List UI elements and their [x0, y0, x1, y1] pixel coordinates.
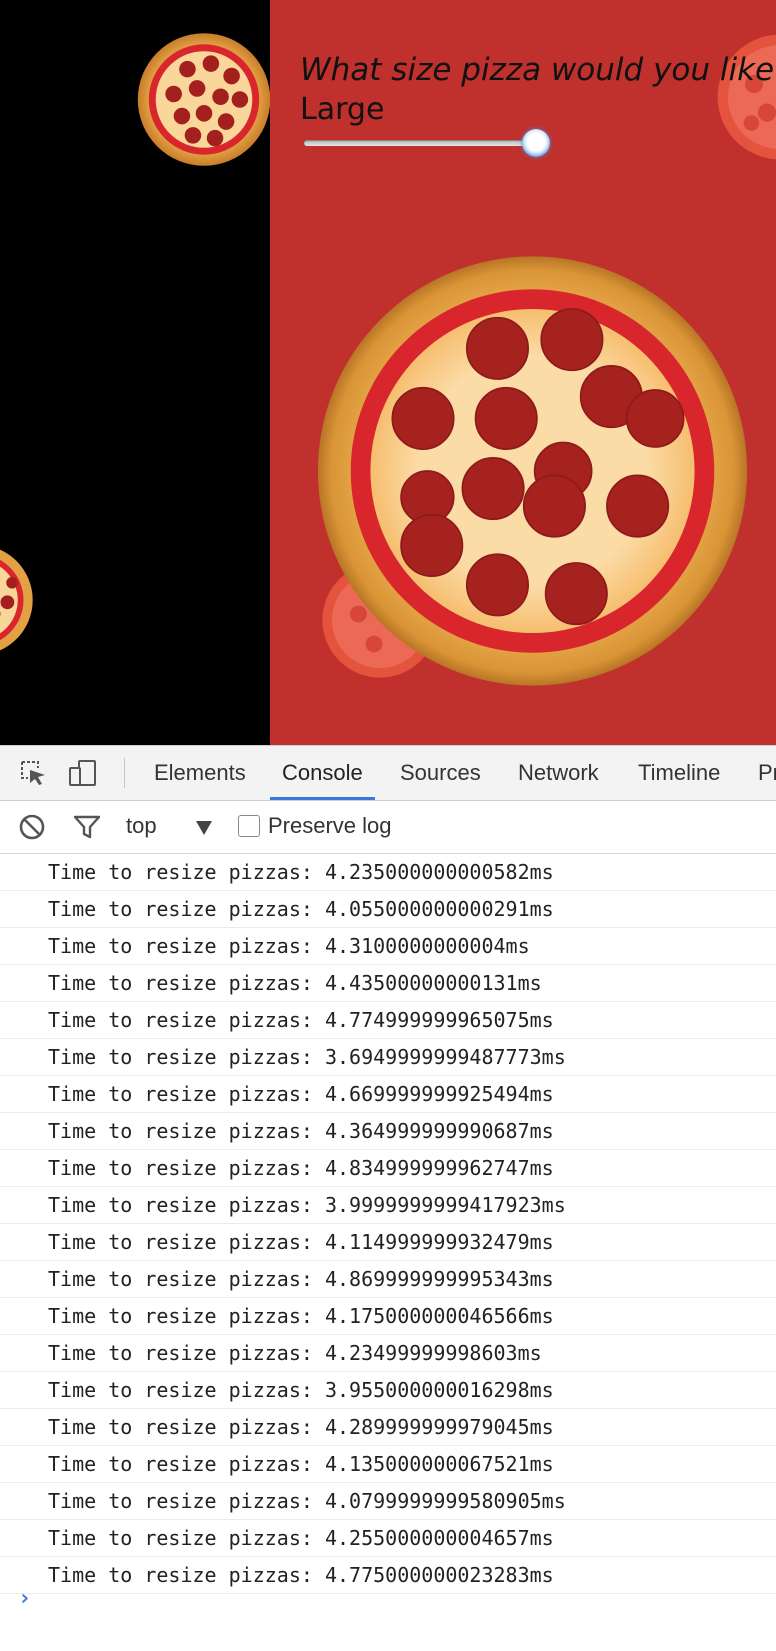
- console-message-text: Time to resize pizzas: 4.289999999979045…: [48, 1415, 554, 1439]
- pizza-size-value: Large: [300, 92, 385, 127]
- console-message: Time to resize pizzas: 4.775000000023283…: [0, 1557, 776, 1594]
- console-message: Time to resize pizzas: 4.235000000000582…: [0, 854, 776, 891]
- pizza-image: [717, 34, 776, 160]
- console-message-text: Time to resize pizzas: 4.774999999965075…: [48, 1008, 554, 1032]
- inspect-element-icon[interactable]: [18, 758, 48, 788]
- console-message: Time to resize pizzas: 4.669999999925494…: [0, 1076, 776, 1113]
- console-log: Time to resize pizzas: 4.235000000000582…: [0, 854, 776, 1594]
- console-message-text: Time to resize pizzas: 4.364999999990687…: [48, 1119, 554, 1143]
- pizza-size-panel: What size pizza would you like? U Large: [270, 0, 776, 745]
- console-message: Time to resize pizzas: 4.869999999995343…: [0, 1261, 776, 1298]
- console-message: Time to resize pizzas: 4.774999999965075…: [0, 1002, 776, 1039]
- console-message: Time to resize pizzas: 4.289999999979045…: [0, 1409, 776, 1446]
- preserve-log-checkbox[interactable]: [238, 815, 260, 837]
- console-message-text: Time to resize pizzas: 4.23499999998603m…: [48, 1341, 542, 1365]
- pizza-size-slider[interactable]: [304, 129, 550, 157]
- console-message-text: Time to resize pizzas: 4.235000000000582…: [48, 860, 554, 884]
- page-viewport: What size pizza would you like? U Large: [0, 0, 776, 745]
- console-prompt-icon[interactable]: ›: [18, 1586, 31, 1611]
- console-message: Time to resize pizzas: 4.175000000046566…: [0, 1298, 776, 1335]
- pizza-image: [317, 256, 748, 686]
- console-message: Time to resize pizzas: 4.364999999990687…: [0, 1113, 776, 1150]
- tab-elements[interactable]: Elements: [154, 746, 246, 800]
- console-message-text: Time to resize pizzas: 3.694999999948777…: [48, 1045, 566, 1069]
- devtools-panel: Elements Console Sources Network Timelin…: [0, 745, 776, 1651]
- tab-timeline[interactable]: Timeline: [638, 746, 720, 800]
- console-message: Time to resize pizzas: 4.43500000000131m…: [0, 965, 776, 1002]
- console-message-text: Time to resize pizzas: 4.175000000046566…: [48, 1304, 554, 1328]
- console-message: Time to resize pizzas: 3.999999999941792…: [0, 1187, 776, 1224]
- context-selector[interactable]: top: [126, 813, 157, 839]
- console-message-text: Time to resize pizzas: 4.775000000023283…: [48, 1563, 554, 1587]
- console-filter-bar: top Preserve log: [0, 801, 776, 854]
- pizza-image: [137, 33, 270, 166]
- device-mode-icon[interactable]: [68, 758, 98, 788]
- console-message: Time to resize pizzas: 4.114999999932479…: [0, 1224, 776, 1261]
- clear-console-icon[interactable]: [18, 813, 46, 841]
- console-message-text: Time to resize pizzas: 4.669999999925494…: [48, 1082, 554, 1106]
- slider-thumb[interactable]: [522, 129, 550, 157]
- console-message: Time to resize pizzas: 3.694999999948777…: [0, 1039, 776, 1076]
- console-message-text: Time to resize pizzas: 4.43500000000131m…: [48, 971, 542, 995]
- preserve-log-label[interactable]: Preserve log: [268, 813, 392, 839]
- moving-pizzas-panel: [0, 0, 270, 745]
- tab-profiles[interactable]: Pr: [758, 746, 776, 800]
- console-message: Time to resize pizzas: 4.255000000004657…: [0, 1520, 776, 1557]
- tab-console[interactable]: Console: [270, 746, 375, 800]
- console-message-text: Time to resize pizzas: 4.3100000000004ms: [48, 934, 530, 958]
- console-message: Time to resize pizzas: 4.23499999998603m…: [0, 1335, 776, 1372]
- console-message-text: Time to resize pizzas: 4.055000000000291…: [48, 897, 554, 921]
- console-message-text: Time to resize pizzas: 4.135000000067521…: [48, 1452, 554, 1476]
- console-message: Time to resize pizzas: 4.135000000067521…: [0, 1446, 776, 1483]
- console-message-text: Time to resize pizzas: 4.114999999932479…: [48, 1230, 554, 1254]
- pizza-image: [0, 549, 33, 651]
- console-message: Time to resize pizzas: 4.079999999958090…: [0, 1483, 776, 1520]
- console-message-text: Time to resize pizzas: 3.999999999941792…: [48, 1193, 566, 1217]
- chevron-down-icon[interactable]: [196, 821, 212, 835]
- devtools-toolbar: Elements Console Sources Network Timelin…: [0, 746, 776, 801]
- console-message: Time to resize pizzas: 3.955000000016298…: [0, 1372, 776, 1409]
- console-message-text: Time to resize pizzas: 4.834999999962747…: [48, 1156, 554, 1180]
- console-message-text: Time to resize pizzas: 4.255000000004657…: [48, 1526, 554, 1550]
- filter-icon[interactable]: [72, 813, 102, 841]
- console-message: Time to resize pizzas: 4.3100000000004ms: [0, 928, 776, 965]
- slider-track[interactable]: [304, 140, 536, 146]
- tab-network[interactable]: Network: [518, 746, 599, 800]
- console-message-text: Time to resize pizzas: 4.869999999995343…: [48, 1267, 554, 1291]
- toolbar-divider: [124, 758, 125, 788]
- console-message-text: Time to resize pizzas: 3.955000000016298…: [48, 1378, 554, 1402]
- console-message-text: Time to resize pizzas: 4.079999999958090…: [48, 1489, 566, 1513]
- console-message: Time to resize pizzas: 4.055000000000291…: [0, 891, 776, 928]
- console-message: Time to resize pizzas: 4.834999999962747…: [0, 1150, 776, 1187]
- pizza-size-question: What size pizza would you like? U: [300, 52, 776, 88]
- tab-sources[interactable]: Sources: [400, 746, 481, 800]
